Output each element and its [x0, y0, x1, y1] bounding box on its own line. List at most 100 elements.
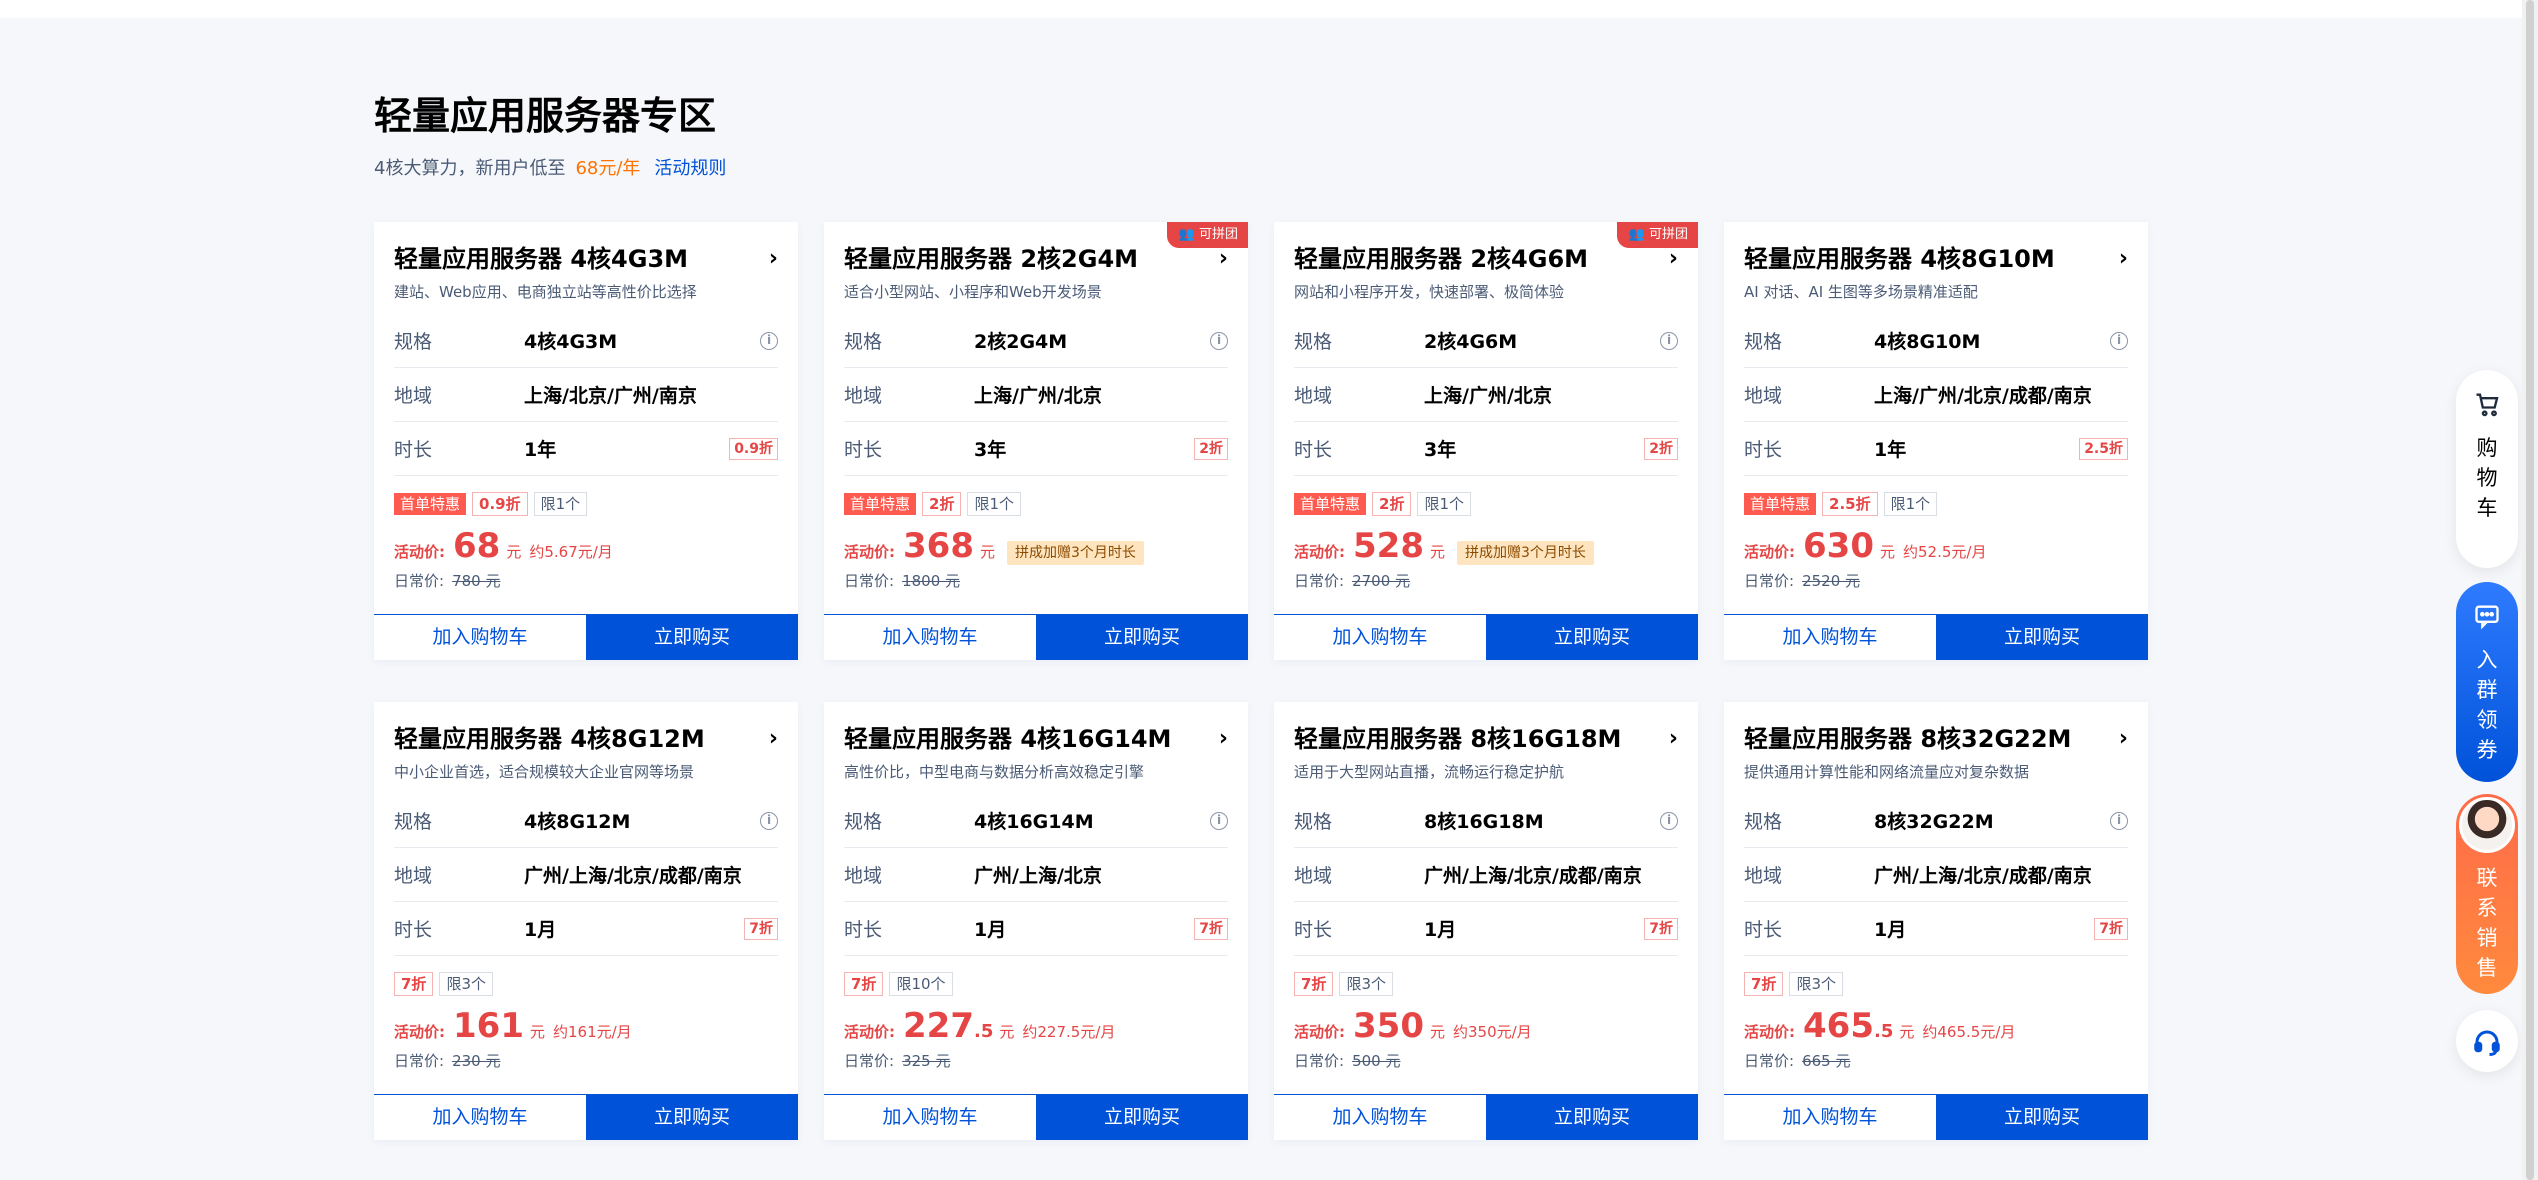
duration-row[interactable]: 时长 3年 2折 [1294, 422, 1678, 476]
card-header[interactable]: 轻量应用服务器 8核16G18M › 适用于大型网站直播，流畅运行稳定护航 [1274, 702, 1698, 782]
sales-avatar [2459, 797, 2515, 853]
card-header[interactable]: 轻量应用服务器 4核4G3M › 建站、Web应用、电商独立站等高性价比选择 [374, 222, 798, 302]
region-row[interactable]: 地域 上海/广州/北京 [1294, 368, 1678, 422]
sales-label-1: 联 [2476, 866, 2498, 890]
duration-row[interactable]: 时长 1月 7折 [1744, 902, 2128, 956]
price-decimal: .5 [973, 1021, 994, 1042]
chevron-right-icon[interactable]: › [1219, 722, 1228, 756]
scrollbar[interactable] [2522, 0, 2538, 1180]
price-line: 活动价: 630 元约52.5元/月 [1724, 516, 2148, 566]
buy-now-button[interactable]: 立即购买 [1936, 1094, 2148, 1140]
promo-tag: 拼成加赠3个月时长 [1457, 541, 1594, 565]
info-icon[interactable]: i [1210, 811, 1228, 830]
first-order-tag: 首单特惠 [394, 493, 467, 515]
info-icon[interactable]: i [760, 811, 778, 830]
scrollbar-thumb[interactable] [2526, 0, 2534, 1180]
region-row[interactable]: 地域 广州/上海/北京/成都/南京 [1294, 848, 1678, 902]
chevron-right-icon[interactable]: › [769, 242, 778, 276]
buy-now-button[interactable]: 立即购买 [586, 1094, 798, 1140]
chevron-right-icon[interactable]: › [1669, 722, 1678, 756]
buy-now-button[interactable]: 立即购买 [1486, 614, 1698, 660]
float-service-button[interactable] [2456, 1010, 2518, 1072]
buy-now-button[interactable]: 立即购买 [1486, 1094, 1698, 1140]
float-contact-sales-button[interactable]: 联 系 销 售 [2456, 794, 2518, 994]
price-unit: 元 [506, 543, 522, 561]
add-to-cart-button[interactable]: 加入购物车 [824, 1094, 1036, 1140]
buy-now-button[interactable]: 立即购买 [586, 614, 798, 660]
duration-row[interactable]: 时长 3年 2折 [844, 422, 1228, 476]
card-header[interactable]: 轻量应用服务器 4核16G14M › 高性价比，中型电商与数据分析高效稳定引擎 [824, 702, 1248, 782]
duration-label: 时长 [1294, 439, 1333, 461]
price-label: 活动价: [844, 543, 895, 561]
float-cart-button[interactable]: 购 物 车 [2456, 370, 2518, 568]
activity-rules-link[interactable]: 活动规则 [654, 158, 726, 179]
region-row[interactable]: 地域 广州/上海/北京/成都/南京 [394, 848, 778, 902]
original-price-value: 325 元 [902, 1052, 951, 1070]
discount-tag: 7折 [844, 972, 884, 996]
card-header[interactable]: 轻量应用服务器 8核32G22M › 提供通用计算性能和网络流量应对复杂数据 [1724, 702, 2148, 782]
card-header[interactable]: 轻量应用服务器 4核8G12M › 中小企业首选，适合规模较大企业官网等场景 [374, 702, 798, 782]
add-to-cart-button[interactable]: 加入购物车 [374, 1094, 586, 1140]
price-integer: 630 [1803, 526, 1874, 566]
info-icon[interactable]: i [760, 331, 778, 350]
info-icon[interactable]: i [1660, 331, 1678, 350]
product-grid: 轻量应用服务器 4核4G3M › 建站、Web应用、电商独立站等高性价比选择 规格 4核… [374, 222, 2148, 1140]
chevron-right-icon[interactable]: › [2119, 242, 2128, 276]
float-group-coupon-button[interactable]: 入 群 领 券 [2456, 582, 2518, 782]
spec-value: 8核32G22M [1874, 811, 1994, 833]
sales-label-4: 售 [2476, 956, 2498, 980]
discount-badge: 2折 [1194, 437, 1228, 460]
duration-row[interactable]: 时长 1月 7折 [394, 902, 778, 956]
add-to-cart-button[interactable]: 加入购物车 [1724, 1094, 1936, 1140]
region-row[interactable]: 地域 上海/广州/北京 [844, 368, 1228, 422]
limit-tag: 限1个 [1417, 492, 1471, 516]
price-line: 活动价: 465.5 元约465.5元/月 [1724, 996, 2148, 1046]
region-row[interactable]: 地域 广州/上海/北京 [844, 848, 1228, 902]
add-to-cart-button[interactable]: 加入购物车 [1274, 1094, 1486, 1140]
add-to-cart-button[interactable]: 加入购物车 [1724, 614, 1936, 660]
info-icon[interactable]: i [1660, 811, 1678, 830]
discount-tag: 2.5折 [1822, 492, 1878, 516]
cart-label-1: 购 [2476, 436, 2498, 460]
original-price-label: 日常价: [844, 572, 895, 590]
region-row[interactable]: 地域 上海/广州/北京/成都/南京 [1744, 368, 2128, 422]
spec-label: 规格 [394, 331, 433, 353]
discount-badge: 7折 [744, 917, 778, 940]
add-to-cart-button[interactable]: 加入购物车 [1274, 614, 1486, 660]
region-row[interactable]: 地域 上海/北京/广州/南京 [394, 368, 778, 422]
info-icon[interactable]: i [2110, 811, 2128, 830]
card-title: 轻量应用服务器 4核4G3M [394, 245, 689, 273]
original-price-value: 665 元 [1802, 1052, 1851, 1070]
card-title: 轻量应用服务器 8核16G18M [1294, 725, 1622, 753]
info-icon[interactable]: i [1210, 331, 1228, 350]
price-label: 活动价: [1294, 1023, 1345, 1041]
duration-row[interactable]: 时长 1年 2.5折 [1744, 422, 2128, 476]
buy-now-button[interactable]: 立即购买 [1036, 1094, 1248, 1140]
sales-label-3: 销 [2476, 926, 2498, 950]
duration-row[interactable]: 时长 1月 7折 [844, 902, 1228, 956]
chevron-right-icon[interactable]: › [769, 722, 778, 756]
spec-row: 规格 2核4G6M i [1294, 314, 1678, 368]
limit-tag: 限3个 [1339, 972, 1393, 996]
duration-label: 时长 [1294, 919, 1333, 941]
price-integer: 528 [1353, 526, 1424, 566]
add-to-cart-button[interactable]: 加入购物车 [824, 614, 1036, 660]
buy-now-button[interactable]: 立即购买 [1036, 614, 1248, 660]
subtitle-highlight: 68元/年 [575, 158, 641, 179]
region-row[interactable]: 地域 广州/上海/北京/成都/南京 [1744, 848, 2128, 902]
region-label: 地域 [1294, 865, 1333, 887]
add-to-cart-button[interactable]: 加入购物车 [374, 614, 586, 660]
section-subtitle: 4核大算力，新用户低至 68元/年 活动规则 [374, 156, 2148, 182]
chevron-right-icon[interactable]: › [2119, 722, 2128, 756]
info-icon[interactable]: i [2110, 331, 2128, 350]
duration-row[interactable]: 时长 1年 0.9折 [394, 422, 778, 476]
buy-now-button[interactable]: 立即购买 [1936, 614, 2148, 660]
card-description: AI 对话、AI 生图等多场景精准适配 [1744, 283, 1978, 301]
duration-row[interactable]: 时长 1月 7折 [1294, 902, 1678, 956]
card-header[interactable]: 轻量应用服务器 4核8G10M › AI 对话、AI 生图等多场景精准适配 [1724, 222, 2148, 302]
chat-icon [2456, 602, 2518, 637]
spec-value: 4核8G12M [524, 811, 631, 833]
price-label: 活动价: [394, 543, 445, 561]
group-buy-badge: 👥 可拼团 [1166, 222, 1248, 248]
price-unit: 元 [529, 1023, 545, 1041]
